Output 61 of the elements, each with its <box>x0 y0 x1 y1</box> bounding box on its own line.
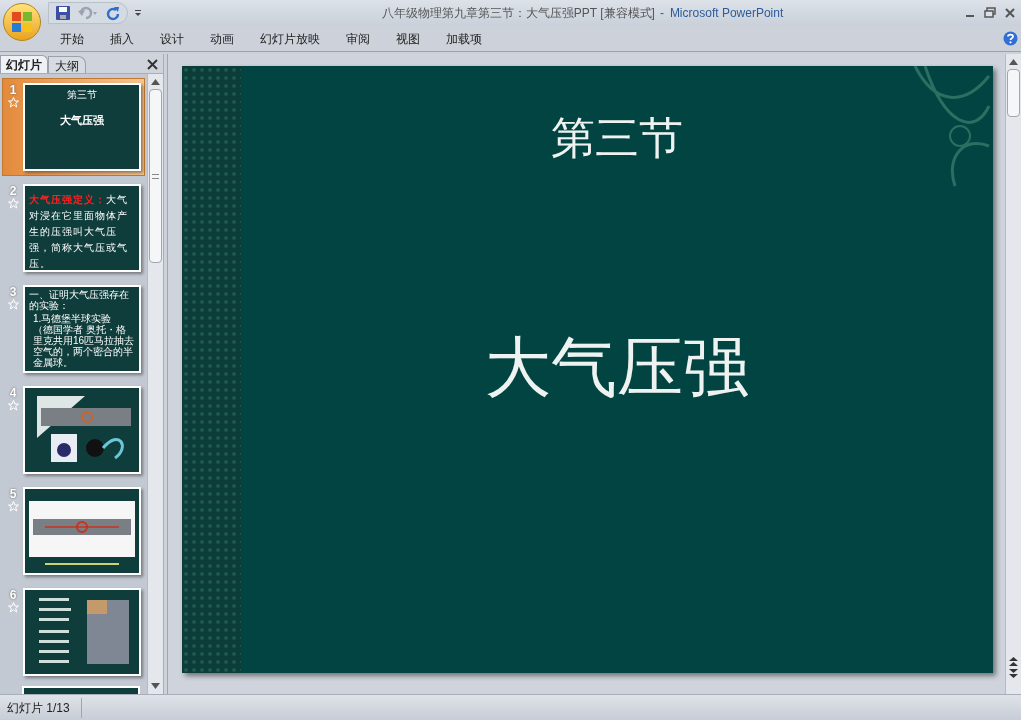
slide-subtitle: 第三节 <box>551 111 683 165</box>
slide-number: 5 <box>9 487 17 501</box>
help-icon[interactable] <box>1003 31 1018 46</box>
thumbnail-subtitle: 第三节 <box>67 89 97 100</box>
star-icon <box>7 602 19 613</box>
restore-icon[interactable] <box>983 7 997 19</box>
redo-icon[interactable] <box>105 5 121 21</box>
next-slide-icon[interactable] <box>1009 669 1018 678</box>
window-title: 八年级物理第九章第三节：大气压强PPT [兼容模式] <box>381 5 655 22</box>
star-icon <box>7 501 19 512</box>
close-icon[interactable] <box>1003 7 1017 19</box>
ribbon-tab[interactable]: 开始 <box>48 27 96 50</box>
slide-thumbnail-item[interactable]: 1 第三节 大气压强 <box>2 78 145 176</box>
slide-number: 1 <box>9 83 17 97</box>
ribbon-tab[interactable]: 动画 <box>198 27 246 50</box>
scroll-thumb[interactable] <box>149 89 162 263</box>
scroll-up-arrow-icon[interactable] <box>1009 59 1018 65</box>
office-button[interactable] <box>3 3 41 41</box>
customize-toolbar-caret-icon[interactable] <box>134 9 142 17</box>
app-name: Microsoft PowerPoint <box>669 5 784 22</box>
pane-tab[interactable]: 幻灯片 <box>0 55 48 73</box>
thumbnail-title: 大气压强 <box>60 113 104 128</box>
pane-tab[interactable]: 大纲 <box>48 56 86 73</box>
star-icon <box>7 400 19 411</box>
slide-thumbnail-item[interactable]: 3 一、证明大气压强存在的实验： 1.马德堡半球实验 （德国学者 奥托・格 里克共用16匹马拉抽去 空气的，两个密合的半 金属球。 <box>2 280 145 378</box>
ribbon-tab[interactable]: 加载项 <box>434 27 494 50</box>
thumbnail-text-line: （德国学者 奥托・格 <box>33 324 127 335</box>
slide-thumbnail[interactable]: 大气压强定义：大气对浸在它里面物体产生的压强叫大气压强，简称大气压或气压。 <box>23 184 141 272</box>
slide-number: 6 <box>9 588 17 602</box>
star-icon <box>7 97 19 108</box>
star-icon <box>7 198 19 209</box>
thumbnail-text-line: 1.马德堡半球实验 <box>33 313 113 324</box>
slide-number: 3 <box>9 285 17 299</box>
slide-number: 2 <box>9 184 17 198</box>
slide-thumbnail[interactable]: 一、证明大气压强存在的实验： 1.马德堡半球实验 （德国学者 奥托・格 里克共用16匹马拉抽去 空气的，两个密合的半 金属球。 <box>23 285 141 373</box>
thumbnail-text-line: 空气的，两个密合的半 <box>33 346 133 357</box>
thumbnail-heading: 一、证明大气压强存在的实验： <box>29 289 130 311</box>
slide-scrollbar[interactable] <box>1005 54 1021 694</box>
title-separator: - <box>659 5 664 22</box>
ribbon-tab[interactable]: 幻灯片放映 <box>248 27 332 50</box>
slide-thumbnail-item[interactable]: 2 大气压强定义：大气对浸在它里面物体产生的压强叫大气压强，简称大气压或气压。 <box>2 179 145 277</box>
slide-thumbnail[interactable]: 第三节 大气压强 <box>23 83 141 171</box>
star-icon <box>7 299 19 310</box>
slide-number: 4 <box>9 386 17 400</box>
save-icon[interactable] <box>55 5 71 21</box>
ribbon-tab[interactable]: 视图 <box>384 27 432 50</box>
ribbon-tab[interactable]: 审阅 <box>334 27 382 50</box>
scroll-up-arrow-icon[interactable] <box>151 79 160 85</box>
slide-thumbnail[interactable] <box>22 686 140 694</box>
previous-slide-icon[interactable] <box>1009 657 1018 666</box>
office-logo-icon <box>11 11 33 33</box>
scroll-thumb[interactable] <box>1007 69 1020 117</box>
ribbon-tab[interactable]: 设计 <box>148 27 196 50</box>
scroll-down-arrow-icon[interactable] <box>151 683 160 689</box>
thumbnail-text-line: 金属球。 <box>33 357 73 368</box>
close-pane-icon[interactable] <box>147 59 158 70</box>
slide-counter: 幻灯片 1/13 <box>0 697 82 718</box>
slide-title: 大气压强 <box>485 328 749 408</box>
ribbon-tab[interactable]: 插入 <box>98 27 146 50</box>
thumbnail-text-line: 里克共用16匹马拉抽去 <box>33 335 136 346</box>
vertical-scrollbar[interactable] <box>147 74 163 694</box>
